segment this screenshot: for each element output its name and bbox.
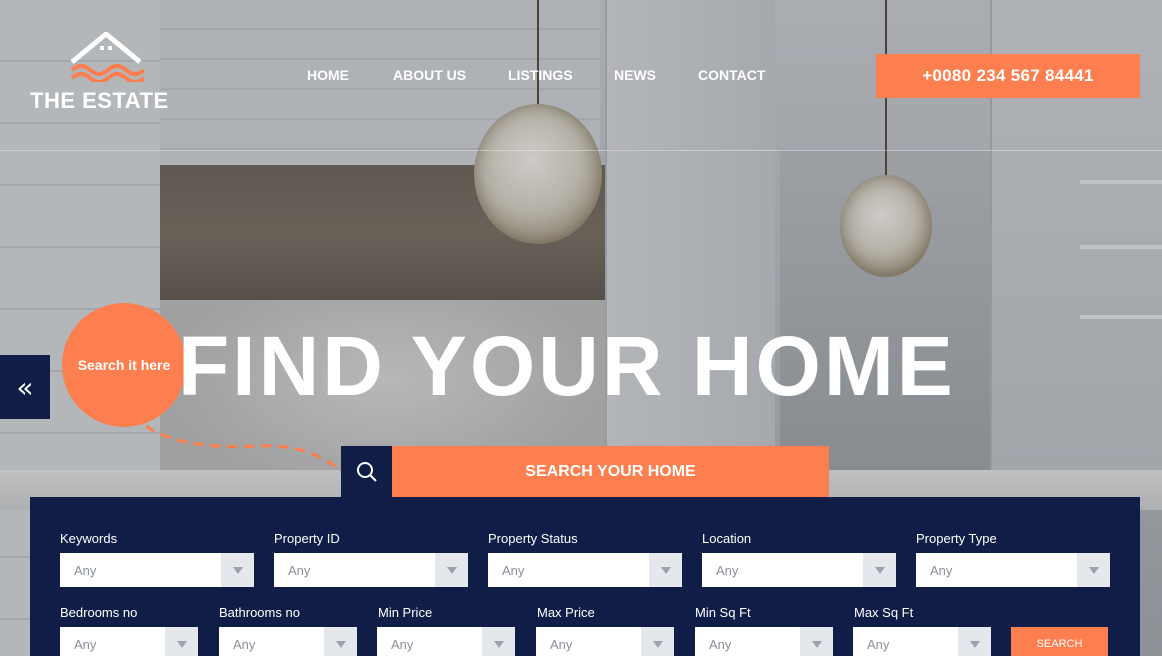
min-sqft-label: Min Sq Ft [695, 605, 751, 620]
min-price-value: Any [391, 636, 414, 652]
property-type-select[interactable]: Any [916, 553, 1110, 587]
max-price-select[interactable]: Any [536, 627, 674, 656]
property-type-field: Property Type [916, 531, 997, 547]
search-your-home-tab[interactable]: SEARCH YOUR HOME [392, 446, 829, 497]
search-tab-icon-box[interactable] [341, 446, 392, 497]
property-type-label: Property Type [916, 531, 997, 546]
min-price-select[interactable]: Any [377, 627, 515, 656]
chevron-down-icon[interactable] [649, 553, 682, 587]
hero-title: FIND YOUR HOME [178, 319, 956, 413]
bedrooms-field: Bedrooms no [60, 605, 137, 621]
nav-item-about-us[interactable]: ABOUT US [393, 67, 466, 83]
search-it-here-bubble: Search it here [62, 303, 186, 427]
nav-item-home[interactable]: HOME [307, 67, 349, 83]
property-type-value: Any [930, 562, 953, 578]
keywords-value: Any [74, 562, 97, 578]
header-divider [0, 150, 1162, 151]
property-id-label: Property ID [274, 531, 340, 546]
nav-item-listings[interactable]: LISTINGS [508, 67, 573, 83]
chevron-down-icon[interactable] [863, 553, 896, 587]
house-logo-icon [70, 32, 144, 82]
min-price-label: Min Price [378, 605, 433, 620]
keywords-label: Keywords [60, 531, 118, 546]
property-status-value: Any [502, 562, 525, 578]
bedrooms-label: Bedrooms no [60, 605, 138, 620]
brand-name: THE ESTATE [30, 88, 169, 113]
property-id-value: Any [288, 562, 311, 578]
property-status-label: Property Status [488, 531, 578, 546]
location-value: Any [716, 562, 739, 578]
min-sqft-select[interactable]: Any [695, 627, 833, 656]
chevron-down-icon[interactable] [1077, 553, 1110, 587]
chevron-down-icon[interactable] [324, 627, 357, 656]
min-sqft-field: Min Sq Ft [695, 605, 751, 621]
chevron-down-icon[interactable] [800, 627, 833, 656]
max-sqft-field: Max Sq Ft [854, 605, 913, 621]
logo[interactable]: THE ESTATE [28, 32, 188, 114]
min-price-field: Min Price [378, 605, 432, 621]
property-status-select[interactable]: Any [488, 553, 682, 587]
chevron-down-icon[interactable] [641, 627, 674, 656]
keywords-select[interactable]: Any [60, 553, 254, 587]
chevron-down-icon[interactable] [165, 627, 198, 656]
max-price-label: Max Price [537, 605, 595, 620]
max-sqft-value: Any [867, 636, 890, 652]
max-price-value: Any [550, 636, 573, 652]
phone-button[interactable]: +0080 234 567 84441 [876, 54, 1140, 98]
bathrooms-select[interactable]: Any [219, 627, 357, 656]
chevron-down-icon[interactable] [221, 553, 254, 587]
chevron-down-icon[interactable] [482, 627, 515, 656]
chevron-down-icon[interactable] [958, 627, 991, 656]
location-label: Location [702, 531, 752, 546]
nav-item-contact[interactable]: CONTACT [698, 67, 765, 83]
min-sqft-value: Any [709, 636, 732, 652]
max-sqft-label: Max Sq Ft [854, 605, 914, 620]
location-select[interactable]: Any [702, 553, 896, 587]
search-button[interactable]: SEARCH [1011, 627, 1108, 656]
chevron-down-icon[interactable] [435, 553, 468, 587]
max-price-field: Max Price [537, 605, 595, 621]
bathrooms-field: Bathrooms no [219, 605, 300, 621]
property-status-field: Property Status [488, 531, 578, 547]
property-id-field: Property ID [274, 531, 340, 547]
nav-item-news[interactable]: NEWS [614, 67, 656, 83]
bedrooms-value: Any [74, 636, 97, 652]
property-id-select[interactable]: Any [274, 553, 468, 587]
search-icon [356, 461, 377, 482]
bedrooms-select[interactable]: Any [60, 627, 198, 656]
location-field: Location [702, 531, 751, 547]
double-chevron-left-icon[interactable]: « [0, 355, 50, 419]
bathrooms-value: Any [233, 636, 256, 652]
max-sqft-select[interactable]: Any [853, 627, 991, 656]
bathrooms-label: Bathrooms no [219, 605, 300, 620]
keywords-field: Keywords [60, 531, 117, 547]
